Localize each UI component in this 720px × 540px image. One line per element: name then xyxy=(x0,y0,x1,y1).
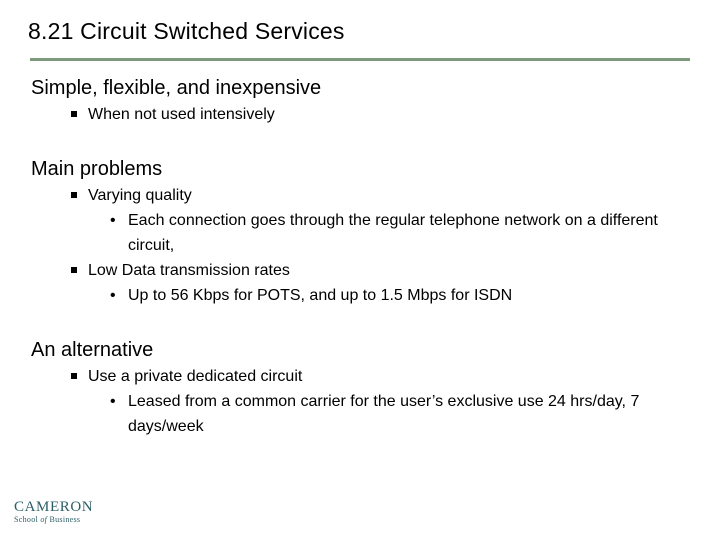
square-bullet-icon xyxy=(71,183,77,208)
bullet-text: Use a private dedicated circuit xyxy=(88,368,303,385)
section-heading: Main problems xyxy=(31,158,163,180)
title-block: 8.21 Circuit Switched Services xyxy=(28,16,692,46)
content-section: An alternative Use a private dedicated c… xyxy=(0,336,720,439)
square-bullet-icon xyxy=(71,364,77,389)
logo-sub-word3: Business xyxy=(49,515,81,524)
page-title: 8.21 Circuit Switched Services xyxy=(28,18,345,44)
bullet-text: Each connection goes through the regular… xyxy=(128,212,658,254)
square-bullet-icon xyxy=(71,258,77,283)
bullet-text: Up to 56 Kbps for POTS, and up to 1.5 Mb… xyxy=(128,287,513,304)
bullet-item-level2: Low Data transmission rates xyxy=(0,258,720,283)
bullet-item-level3: • Leased from a common carrier for the u… xyxy=(0,389,720,439)
bullet-text: Varying quality xyxy=(88,187,192,204)
logo-sub-word1: School xyxy=(14,515,39,524)
title-divider xyxy=(30,58,690,61)
square-bullet-icon xyxy=(71,102,77,127)
bullet-item-level3: • Up to 56 Kbps for POTS, and up to 1.5 … xyxy=(0,283,720,308)
round-bullet-icon: • xyxy=(110,212,116,229)
round-bullet-icon: • xyxy=(110,393,116,410)
slide: 8.21 Circuit Switched Services Simple, f… xyxy=(0,0,720,540)
content-section: Main problems Varying quality • Each con… xyxy=(0,155,720,308)
round-bullet-icon: • xyxy=(110,287,116,304)
logo-name: CAMERON xyxy=(14,499,94,515)
bullet-text: Low Data transmission rates xyxy=(88,262,290,279)
bullet-item-level2: When not used intensively xyxy=(0,102,720,127)
section-heading: An alternative xyxy=(31,339,154,361)
logo-sub-word2: of xyxy=(40,515,48,524)
content-section: Simple, flexible, and inexpensive When n… xyxy=(0,74,720,127)
section-heading: Simple, flexible, and inexpensive xyxy=(31,77,322,99)
bullet-item-level3: • Each connection goes through the regul… xyxy=(0,208,720,258)
slide-body: Simple, flexible, and inexpensive When n… xyxy=(0,74,720,439)
bullet-item-level2: Use a private dedicated circuit xyxy=(0,364,720,389)
bullet-item-level2: Varying quality xyxy=(0,183,720,208)
bullet-text: Leased from a common carrier for the use… xyxy=(128,393,640,435)
bullet-text: When not used intensively xyxy=(88,106,275,123)
cameron-school-of-business-logo: CAMERON School of Business xyxy=(14,499,124,525)
logo-subtitle: School of Business xyxy=(14,515,124,525)
